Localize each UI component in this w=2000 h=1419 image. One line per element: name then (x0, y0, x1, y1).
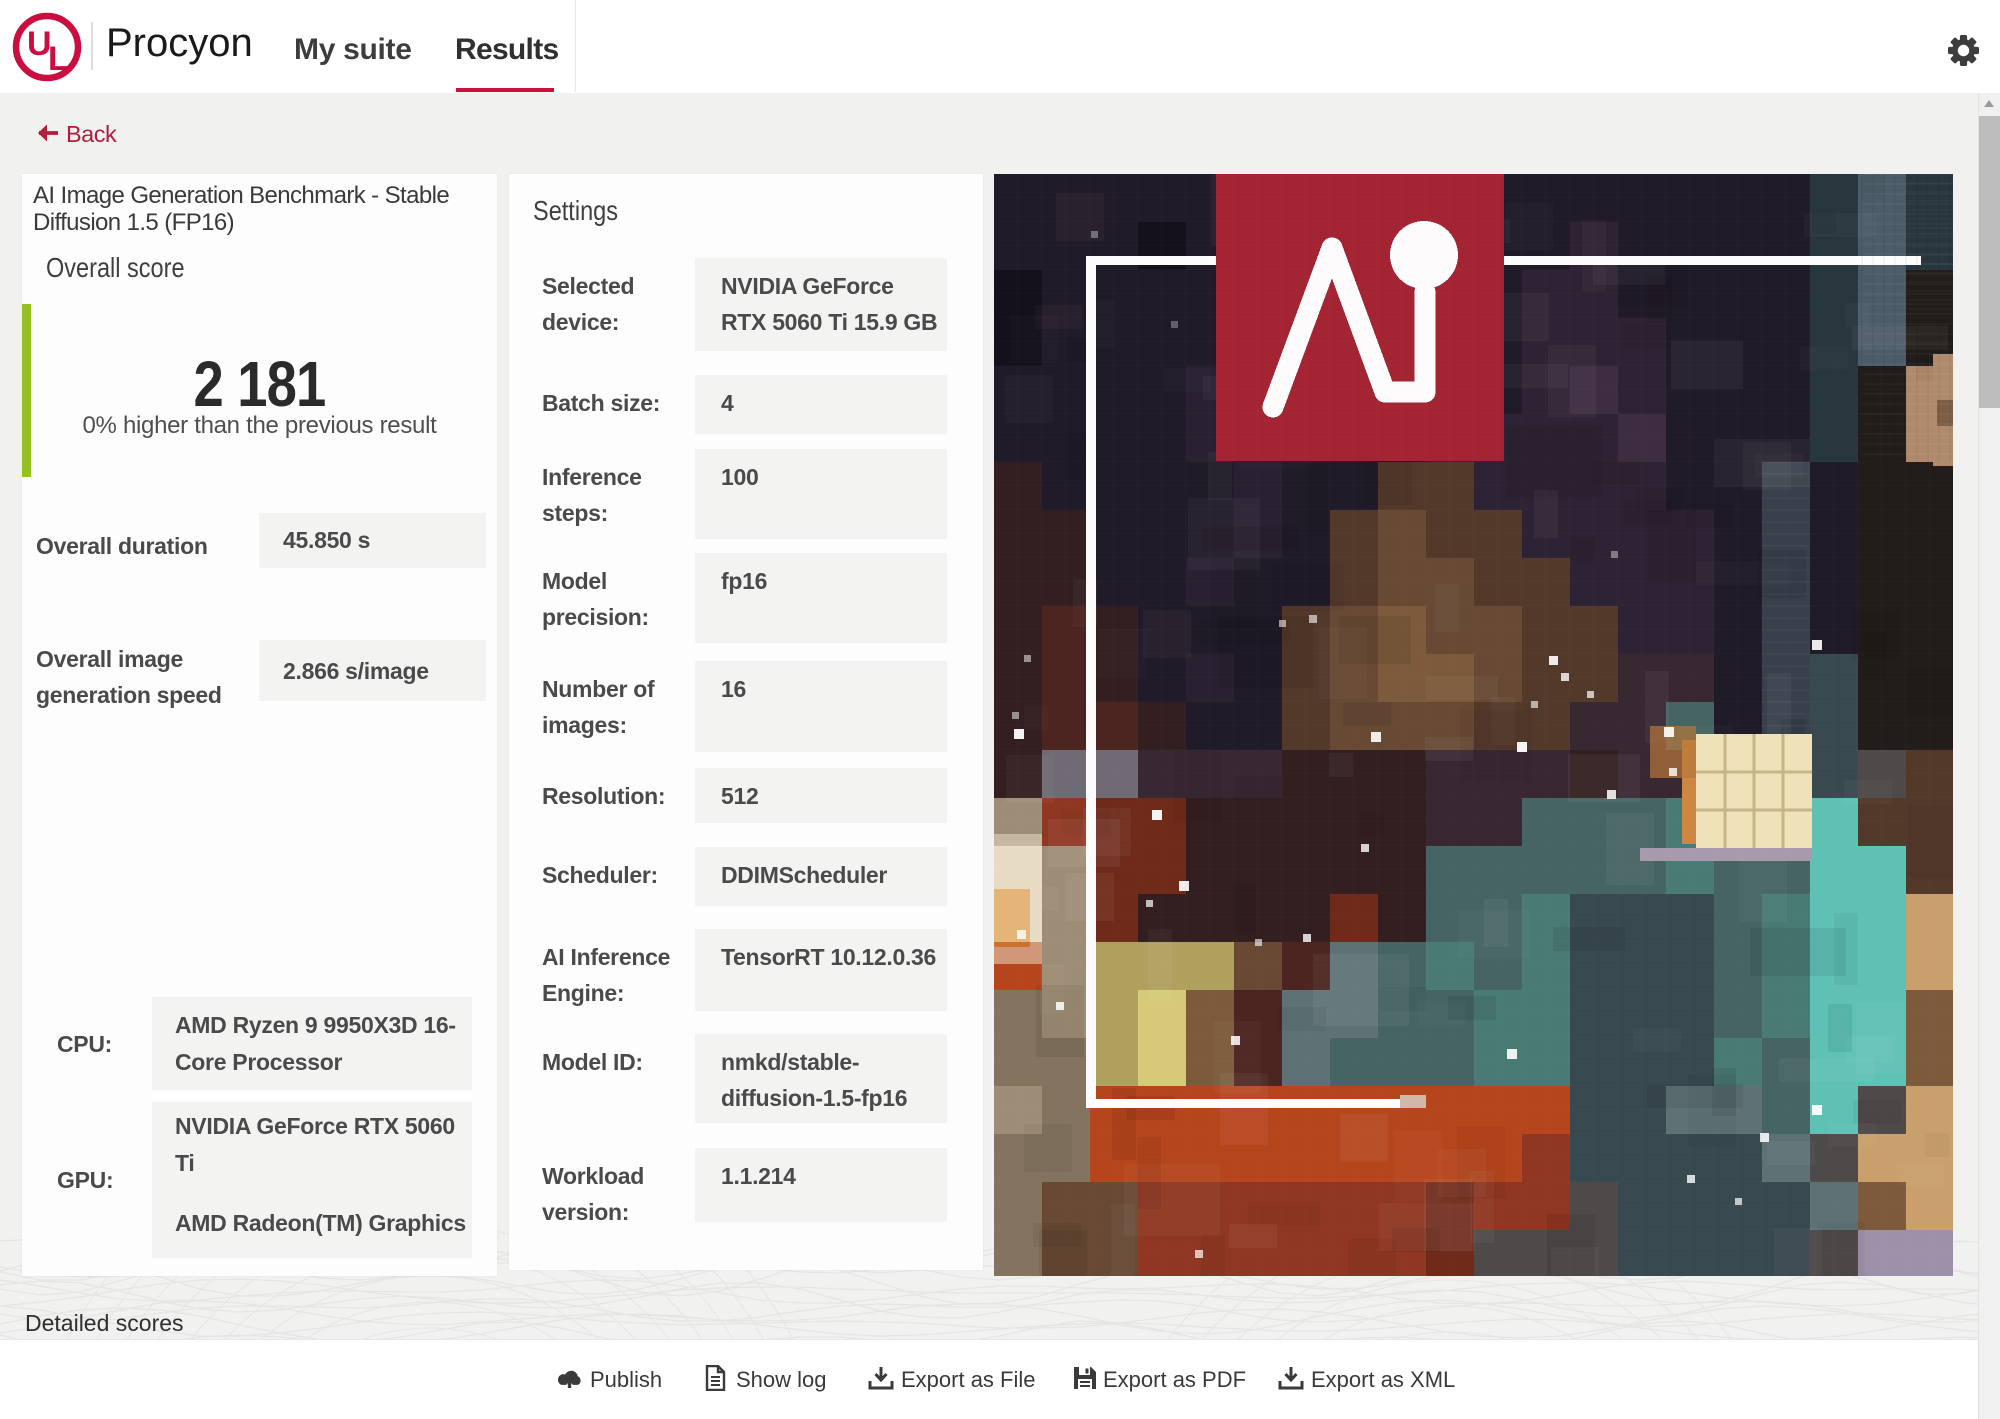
svg-text:L: L (48, 40, 69, 78)
